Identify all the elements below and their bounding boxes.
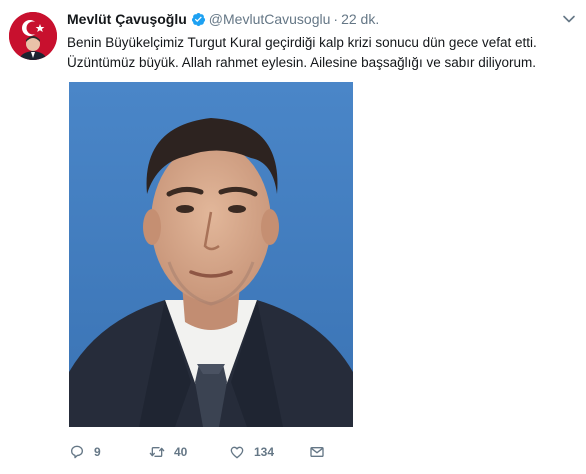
- direct-message-button[interactable]: [309, 442, 325, 462]
- heart-icon: [230, 446, 244, 459]
- tweet-text-line: Üzüntümüz büyük. Allah rahmet eylesin. A…: [67, 55, 536, 70]
- author-avatar[interactable]: [9, 12, 57, 60]
- author-name[interactable]: Mevlüt Çavuşoğlu: [67, 11, 187, 27]
- portrait-image: [69, 82, 353, 427]
- reply-icon: [71, 445, 83, 459]
- reply-button[interactable]: 9: [69, 442, 101, 462]
- tweet-text: Benin Büyükelçimiz Turgut Kural geçirdiğ…: [67, 33, 577, 73]
- envelope-icon: [310, 447, 324, 457]
- reply-count: 9: [94, 445, 101, 459]
- retweet-icon: [149, 447, 165, 457]
- tweet-header: Mevlüt Çavuşoğlu @MevlutCavusoglu · 22 dk.: [67, 11, 379, 29]
- chevron-down-icon[interactable]: [561, 11, 577, 27]
- verified-badge-icon: [191, 12, 205, 27]
- like-button[interactable]: 134: [229, 442, 274, 462]
- tweet-text-line: Benin Büyükelçimiz Turgut Kural geçirdiğ…: [67, 35, 537, 50]
- tweet[interactable]: Mevlüt Çavuşoğlu @MevlutCavusoglu · 22 dk. …: [0, 0, 586, 474]
- avatar-image: [9, 12, 57, 60]
- retweet-count: 40: [174, 445, 188, 459]
- like-count: 134: [254, 445, 275, 459]
- separator-dot: ·: [333, 11, 339, 27]
- retweet-button[interactable]: 40: [149, 442, 187, 462]
- author-handle[interactable]: @MevlutCavusoglu: [209, 11, 331, 27]
- tweet-timestamp[interactable]: 22 dk.: [341, 11, 379, 27]
- tweet-photo[interactable]: [69, 82, 353, 427]
